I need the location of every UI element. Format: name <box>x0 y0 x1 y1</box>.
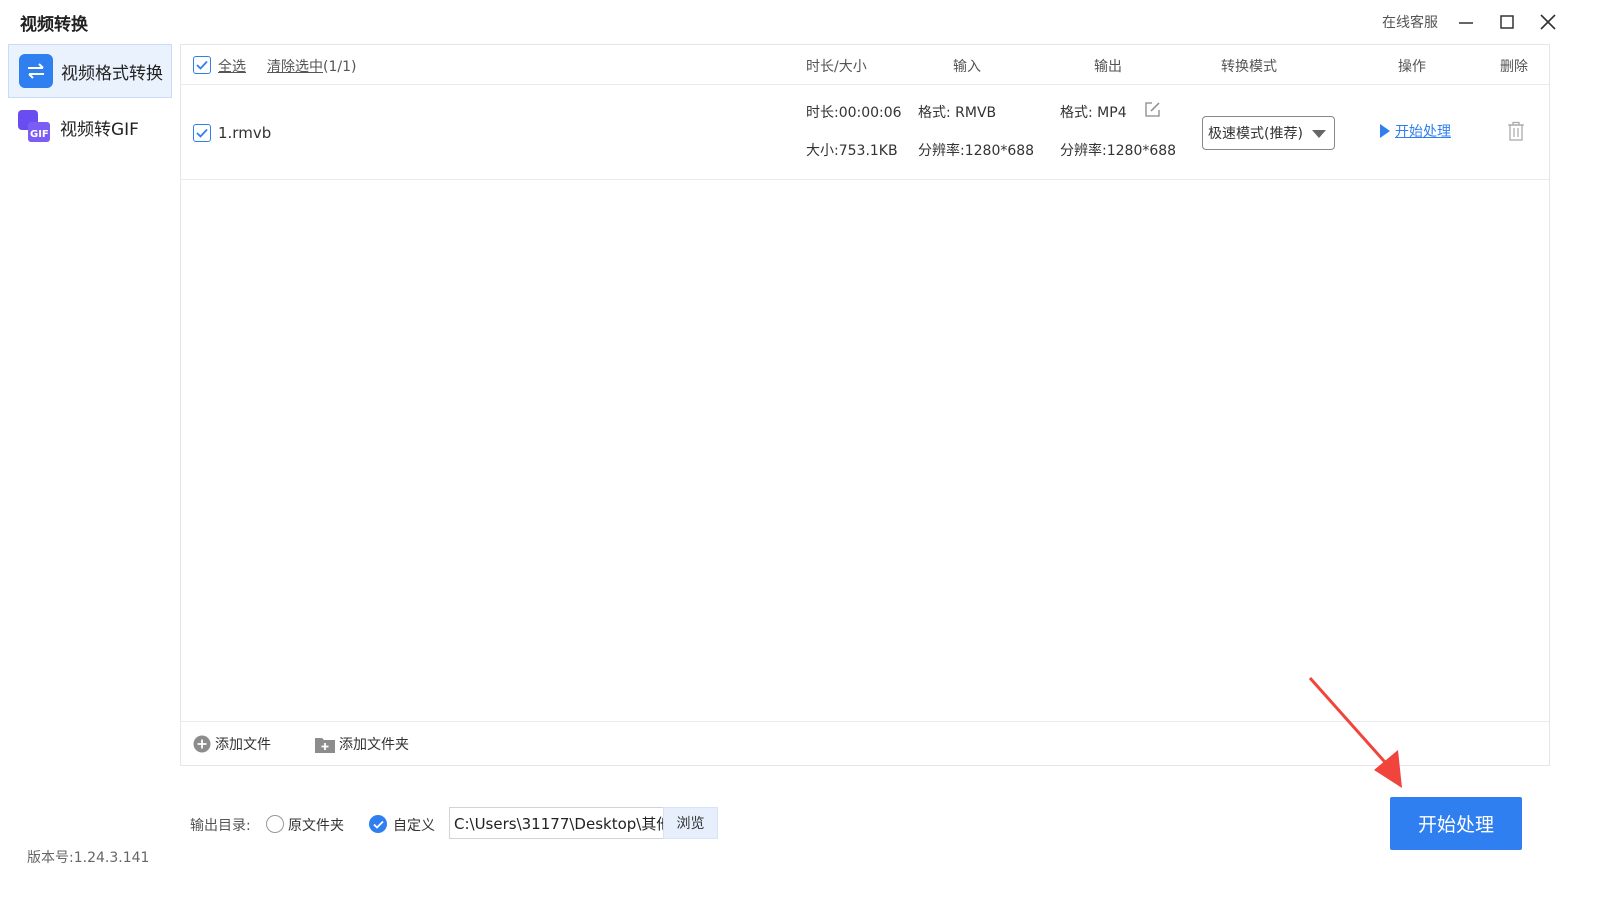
sidebar-item-video-format-convert[interactable]: 视频格式转换 <box>8 44 172 98</box>
column-header-mode: 转换模式 <box>1221 59 1277 75</box>
plus-circle-icon <box>193 735 211 753</box>
column-header-input: 输入 <box>953 59 981 75</box>
sidebar: 视频格式转换 GIF 视频转GIF <box>0 44 176 900</box>
file-list-panel: 全选 清除选中(1/1) 时长/大小 输入 输出 转换模式 操作 删除 1.rm… <box>180 44 1550 766</box>
column-header-delete: 删除 <box>1500 59 1528 75</box>
edit-output-button[interactable] <box>1144 101 1161 122</box>
close-button[interactable] <box>1536 10 1560 34</box>
radio-original-folder[interactable] <box>266 815 284 833</box>
table-header: 全选 清除选中(1/1) 时长/大小 输入 输出 转换模式 操作 删除 <box>181 45 1549 85</box>
check-icon <box>196 60 208 70</box>
row-checkbox[interactable] <box>193 124 211 142</box>
sidebar-item-label: 视频转GIF <box>60 119 139 140</box>
start-process-button[interactable]: 开始处理 <box>1390 797 1522 850</box>
column-header-action: 操作 <box>1398 59 1426 75</box>
app-title: 视频转换 <box>20 15 88 35</box>
output-path-input[interactable] <box>449 807 664 839</box>
check-icon <box>196 128 208 138</box>
title-bar: 视频转换 在线客服 <box>0 0 1600 44</box>
folder-plus-icon <box>315 737 335 753</box>
file-duration: 时长:00:00:06 <box>806 105 902 121</box>
column-header-duration-size: 时长/大小 <box>806 59 867 75</box>
trash-icon <box>1508 121 1524 141</box>
row-start-process-label[interactable]: 开始处理 <box>1395 121 1451 141</box>
select-all-checkbox[interactable] <box>193 56 211 74</box>
chevron-down-icon <box>1312 130 1326 138</box>
browse-button[interactable]: 浏览 <box>663 807 718 839</box>
output-dir-label: 输出目录: <box>190 818 251 834</box>
input-format: 格式: RMVB <box>918 105 997 121</box>
input-resolution: 分辨率:1280*688 <box>918 143 1035 159</box>
annotation-arrow-icon <box>1308 677 1402 788</box>
sidebar-item-label: 视频格式转换 <box>61 63 163 84</box>
sidebar-item-video-to-gif[interactable]: GIF 视频转GIF <box>8 100 172 154</box>
delete-row-button[interactable] <box>1507 121 1525 145</box>
online-support-link[interactable]: 在线客服 <box>1382 12 1438 32</box>
radio-custom-folder[interactable] <box>369 815 387 833</box>
file-name: 1.rmvb <box>218 124 272 142</box>
row-start-process-link[interactable]: 开始处理 <box>1379 121 1451 141</box>
svg-text:GIF: GIF <box>30 129 49 140</box>
edit-icon <box>1145 102 1160 117</box>
output-format: 格式: MP4 <box>1060 105 1127 121</box>
radio-custom-folder-label[interactable]: 自定义 <box>393 815 435 835</box>
check-icon <box>372 820 384 829</box>
column-header-output: 输出 <box>1094 59 1122 75</box>
conversion-mode-select[interactable]: 极速模式(推荐) <box>1202 116 1335 150</box>
conversion-mode-value: 极速模式(推荐) <box>1208 126 1303 142</box>
table-row: 1.rmvb 时长:00:00:06 大小:753.1KB 格式: RMVB 分… <box>181 85 1549 180</box>
add-file-label[interactable]: 添加文件 <box>215 734 271 754</box>
radio-original-folder-label[interactable]: 原文件夹 <box>288 815 344 835</box>
close-icon <box>1540 14 1556 30</box>
clear-selection-link[interactable]: 清除选中(1/1) <box>267 56 356 76</box>
selection-count: (1/1) <box>323 59 357 75</box>
maximize-icon <box>1500 15 1514 29</box>
swap-arrows-icon <box>19 54 53 88</box>
version-label: 版本号:1.24.3.141 <box>27 850 150 866</box>
select-all-label[interactable]: 全选 <box>218 56 246 76</box>
minimize-button[interactable] <box>1454 10 1478 34</box>
play-icon <box>1380 124 1390 138</box>
add-folder-label[interactable]: 添加文件夹 <box>339 734 409 754</box>
gif-icon: GIF <box>18 110 52 144</box>
file-size: 大小:753.1KB <box>806 143 898 159</box>
add-file-button[interactable]: 添加文件 <box>193 734 271 754</box>
maximize-button[interactable] <box>1495 10 1519 34</box>
minimize-icon <box>1459 22 1473 24</box>
output-resolution: 分辨率:1280*688 <box>1060 143 1177 159</box>
clear-selection-label[interactable]: 清除选中 <box>267 59 323 75</box>
add-folder-button[interactable]: 添加文件夹 <box>315 734 409 754</box>
